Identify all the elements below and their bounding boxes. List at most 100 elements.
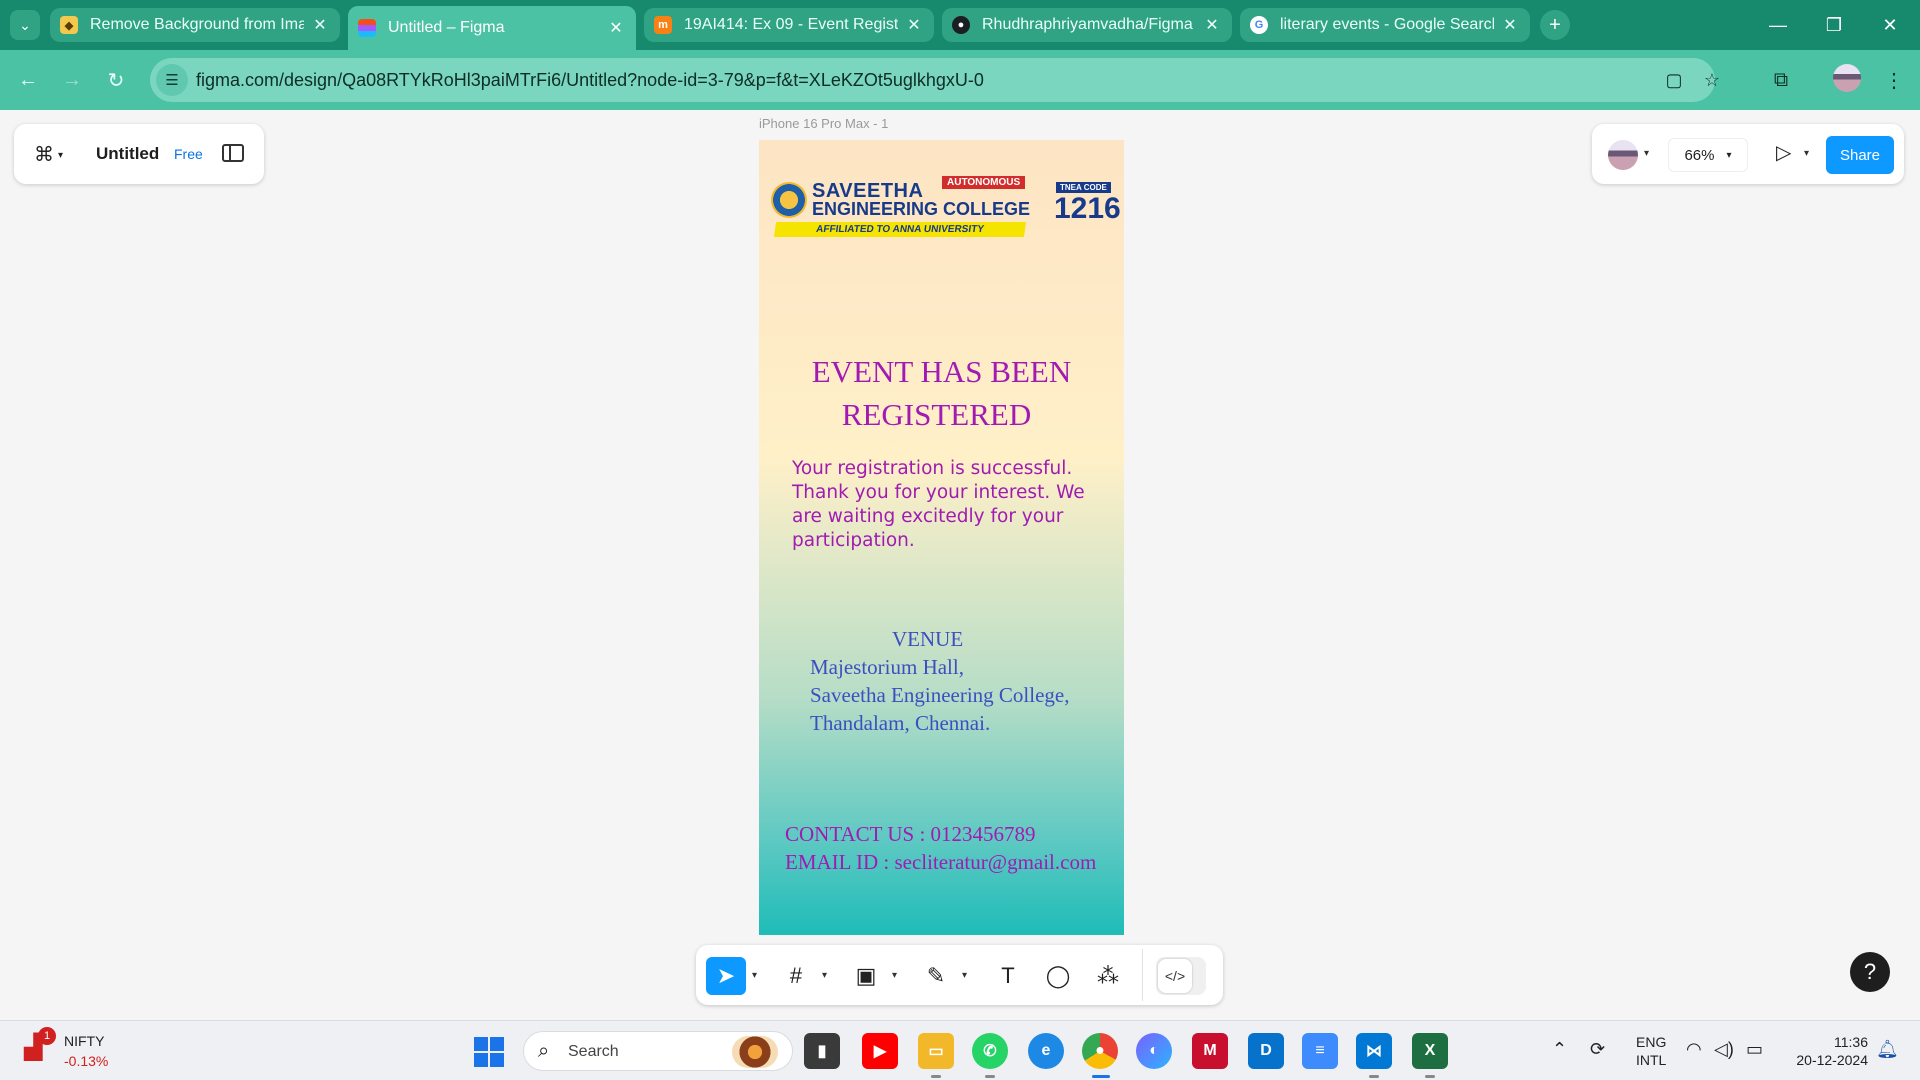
chevron-down-icon[interactable]: ▾ — [822, 970, 827, 981]
present-play-icon[interactable]: ▷ — [1776, 140, 1791, 165]
search-highlight-icon — [732, 1036, 778, 1068]
heading-line1: EVENT HAS BEEN — [811, 354, 1072, 389]
close-icon[interactable]: ✕ — [606, 18, 626, 38]
plan-badge[interactable]: Free — [174, 146, 203, 162]
text-tool-icon[interactable]: T — [988, 957, 1028, 995]
restore-icon[interactable]: ❐ — [1814, 8, 1854, 42]
mcafee-icon[interactable]: M — [1192, 1033, 1228, 1069]
back-icon[interactable]: ← — [12, 64, 44, 96]
ticker-name[interactable]: NIFTY — [64, 1033, 104, 1049]
chevron-down-icon[interactable]: ▾ — [1644, 148, 1649, 159]
browser-tab[interactable]: ● Rhudhraphriyamvadha/Figma ✕ — [942, 8, 1232, 42]
whatsapp-icon[interactable]: ✆ — [972, 1033, 1008, 1069]
frame-label[interactable]: iPhone 16 Pro Max - 1 — [759, 116, 888, 131]
language-indicator[interactable]: ENG INTL — [1636, 1033, 1666, 1069]
sync-icon[interactable]: ⟳ — [1590, 1039, 1605, 1060]
browser-tab-active[interactable]: Untitled – Figma ✕ — [348, 6, 636, 50]
browser-nav-bar: ← → ↻ ☰ figma.com/design/Qa08RTYkRoHl3pa… — [0, 50, 1920, 110]
browser-tab[interactable]: ◆ Remove Background from Imag ✕ — [50, 8, 340, 42]
file-name[interactable]: Untitled — [96, 144, 159, 164]
code-icon: </> — [1158, 959, 1192, 993]
notification-bell-icon[interactable]: 🔔︎ — [1876, 1039, 1899, 1060]
move-tool-icon[interactable]: ➤ — [706, 957, 746, 995]
forward-icon[interactable]: → — [56, 64, 88, 96]
close-icon[interactable]: ✕ — [310, 15, 330, 35]
image-tool-icon[interactable]: ▣ — [846, 957, 886, 995]
close-icon[interactable]: ✕ — [1202, 15, 1222, 35]
user-avatar[interactable] — [1608, 140, 1638, 170]
venue-block: VENUE Majestorium Hall, Saveetha Enginee… — [810, 625, 1070, 737]
share-button[interactable]: Share — [1826, 136, 1894, 174]
comment-tool-icon[interactable]: ◯ — [1038, 957, 1078, 995]
logo-line2: ENGINEERING COLLEGE — [812, 199, 1031, 219]
chevron-down-icon[interactable]: ▾ — [752, 970, 757, 981]
google-icon: G — [1250, 16, 1268, 34]
clock-time: 11:36 — [1834, 1034, 1868, 1050]
browser-menu-icon[interactable]: ⋮ — [1878, 64, 1910, 96]
venue-line: Thandalam, Chennai. — [810, 711, 991, 735]
notepad-icon[interactable]: ≡ — [1302, 1033, 1338, 1069]
clipboard-icon[interactable]: ▢ — [1662, 68, 1686, 92]
zoom-dropdown[interactable]: 66% ▾ — [1668, 138, 1748, 172]
address-bar[interactable]: ☰ figma.com/design/Qa08RTYkRoHl3paiMTrFi… — [150, 58, 1720, 102]
minimize-icon[interactable]: — — [1758, 8, 1798, 42]
browser-tab[interactable]: G literary events - Google Search ✕ — [1240, 8, 1530, 42]
college-logo: SAVEETHA AUTONOMOUS ENGINEERING COLLEGE … — [771, 176, 1121, 237]
notification-badge: 1 — [38, 1027, 56, 1045]
logo-affiliated: AFFILIATED TO ANNA UNIVERSITY — [773, 222, 1027, 237]
edge-icon[interactable]: e — [1028, 1033, 1064, 1069]
tnea-code: 1216 — [1054, 192, 1121, 225]
volume-icon[interactable]: ◁) — [1714, 1039, 1734, 1060]
close-icon[interactable]: ✕ — [904, 15, 924, 35]
pen-tool-icon[interactable]: ✎ — [916, 957, 956, 995]
taskbar-search[interactable]: ⌕ Search — [523, 1031, 793, 1071]
help-button[interactable]: ? — [1850, 952, 1890, 992]
dev-mode-toggle[interactable]: </> — [1156, 957, 1206, 995]
tab-title: 19AI414: Ex 09 - Event Registrat — [684, 16, 898, 33]
moodle-icon: m — [654, 16, 672, 34]
app-running-indicator — [931, 1075, 941, 1078]
design-toolbar: ➤ ▾ # ▾ ▣ ▾ ✎ ▾ T ◯ ⁂ </> — [696, 945, 1223, 1005]
close-icon[interactable]: ✕ — [1500, 15, 1520, 35]
extensions-icon[interactable]: ⧉ — [1765, 64, 1797, 96]
battery-icon[interactable]: ▭ — [1746, 1039, 1763, 1060]
browser-tab-bar: ⌄ ◆ Remove Background from Imag ✕ Untitl… — [0, 0, 1920, 50]
tab-search-button[interactable]: ⌄ — [10, 10, 40, 40]
file-explorer-icon[interactable]: ▭ — [918, 1033, 954, 1069]
profile-avatar[interactable] — [1833, 64, 1861, 92]
site-info-icon[interactable]: ☰ — [156, 64, 188, 96]
bookmark-star-icon[interactable]: ☆ — [1700, 68, 1724, 92]
app-running-indicator — [985, 1075, 995, 1078]
frame-tool-icon[interactable]: # — [776, 957, 816, 995]
chevron-down-icon[interactable]: ▾ — [962, 970, 967, 981]
venue-line: Majestorium Hall, — [810, 655, 964, 679]
main-menu-button[interactable]: ⌘ ▾ — [34, 142, 63, 167]
chevron-down-icon[interactable]: ▾ — [1804, 148, 1809, 159]
design-frame[interactable]: SAVEETHA AUTONOMOUS ENGINEERING COLLEGE … — [759, 140, 1124, 935]
chevron-up-icon[interactable]: ⌃ — [1552, 1039, 1567, 1060]
chevron-down-icon[interactable]: ▾ — [892, 970, 897, 981]
url-text[interactable]: figma.com/design/Qa08RTYkRoHl3paiMTrFi6/… — [196, 70, 984, 91]
vscode-icon[interactable]: ⋈ — [1356, 1033, 1392, 1069]
copilot-icon[interactable]: ◐ — [1136, 1033, 1172, 1069]
contact-email: EMAIL ID : secliteratur@gmail.com — [785, 850, 1097, 874]
windows-start-icon[interactable] — [474, 1037, 504, 1067]
close-window-icon[interactable]: ✕ — [1870, 8, 1910, 42]
search-icon: ⌕ — [538, 1040, 550, 1062]
actions-tool-icon[interactable]: ⁂ — [1088, 957, 1128, 995]
excel-icon[interactable]: X — [1412, 1033, 1448, 1069]
dell-icon[interactable]: D — [1248, 1033, 1284, 1069]
file-manager-icon[interactable]: ▮ — [804, 1033, 840, 1069]
toggle-sidebar-icon[interactable] — [222, 144, 244, 162]
reload-icon[interactable]: ↻ — [100, 64, 132, 96]
clock[interactable]: 11:36 20-12-2024 — [1786, 1033, 1868, 1069]
wifi-icon[interactable]: ◠ — [1686, 1039, 1702, 1060]
browser-tab[interactable]: m 19AI414: Ex 09 - Event Registrat ✕ — [644, 8, 934, 42]
chrome-icon[interactable]: ● — [1082, 1033, 1118, 1069]
new-tab-button[interactable]: + — [1540, 10, 1570, 40]
figma-logo-icon: ⌘ — [34, 144, 54, 166]
figma-canvas[interactable]: ⌘ ▾ Untitled Free ▾ 66% ▾ ▷ ▾ Share iPhon… — [0, 110, 1920, 1020]
ticker-change[interactable]: -0.13% — [64, 1053, 108, 1069]
tab-title: Remove Background from Imag — [90, 16, 304, 33]
youtube-icon[interactable]: ▶ — [862, 1033, 898, 1069]
